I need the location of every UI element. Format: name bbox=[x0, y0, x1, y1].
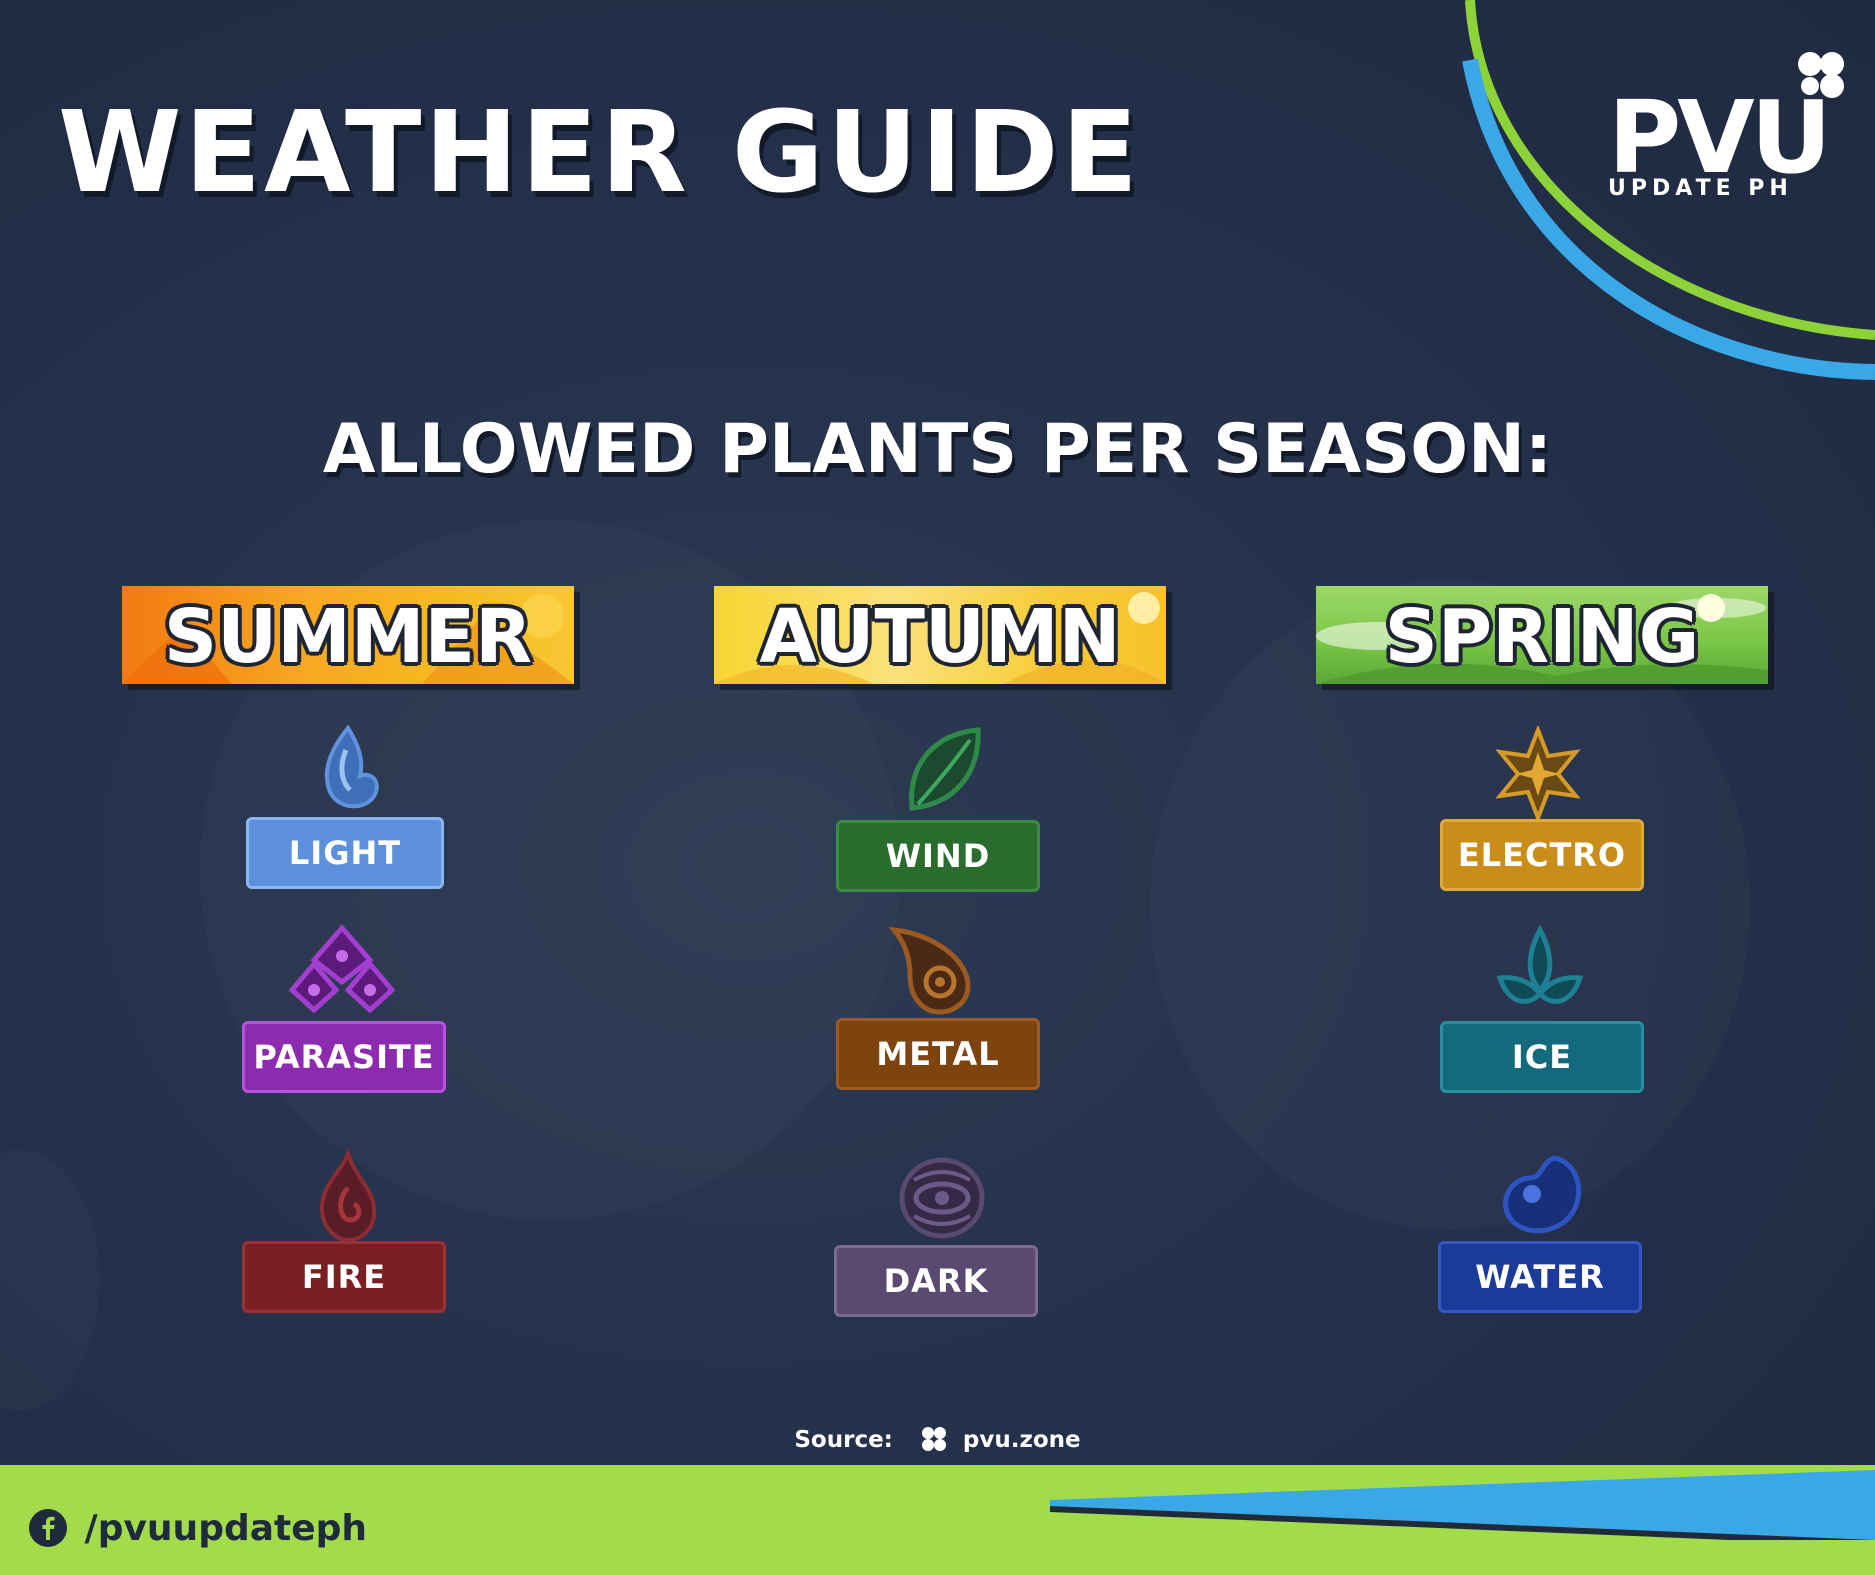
source-credit: Source: pvu.zone bbox=[0, 1424, 1875, 1454]
water-element-icon bbox=[1503, 1155, 1582, 1234]
facebook-icon bbox=[29, 1509, 67, 1547]
page-title: WEATHER GUIDE bbox=[58, 88, 1141, 218]
season-banner-autumn: AUTUMN bbox=[714, 586, 1166, 684]
element-label: FIRE bbox=[301, 1258, 387, 1296]
element-badge-light: LIGHT bbox=[246, 817, 444, 889]
element-badge-fire: FIRE bbox=[242, 1241, 446, 1313]
season-banner-spring: SPRING bbox=[1316, 586, 1768, 684]
footer-accent-stripe bbox=[1050, 1470, 1875, 1540]
electro-element-icon bbox=[1495, 726, 1581, 822]
source-label: Source: bbox=[794, 1427, 893, 1453]
element-label: WIND bbox=[885, 837, 991, 875]
season-banner-summer: SUMMER bbox=[122, 586, 574, 684]
fire-element-icon bbox=[319, 1148, 377, 1243]
element-label: ELECTRO bbox=[1457, 836, 1627, 874]
social-handle-text: /pvuupdateph bbox=[84, 1508, 368, 1549]
wind-element-icon bbox=[909, 727, 981, 811]
element-label: PARASITE bbox=[253, 1038, 435, 1076]
element-badge-dark: DARK bbox=[834, 1245, 1038, 1317]
social-handle: /pvuupdateph bbox=[28, 1508, 367, 1549]
element-label: LIGHT bbox=[288, 834, 402, 872]
parasite-element-icon bbox=[288, 924, 396, 1014]
element-label: ICE bbox=[1511, 1038, 1573, 1076]
weather-guide-graphic: WEATHER GUIDE PVU UPDATE PH ALLOWED PLAN… bbox=[0, 0, 1875, 1575]
metal-element-icon bbox=[888, 926, 971, 1015]
clover-icon bbox=[921, 1427, 946, 1451]
background-shape bbox=[0, 1150, 100, 1410]
brand-logo: PVU UPDATE PH bbox=[1600, 48, 1850, 218]
element-badge-metal: METAL bbox=[836, 1018, 1040, 1090]
ice-element-icon bbox=[1496, 924, 1584, 1004]
element-badge-parasite: PARASITE bbox=[242, 1021, 446, 1093]
element-badge-ice: ICE bbox=[1440, 1021, 1644, 1093]
dark-element-icon bbox=[899, 1157, 985, 1239]
light-element-icon bbox=[324, 724, 379, 809]
section-heading: ALLOWED PLANTS PER SEASON: bbox=[322, 410, 1553, 489]
logo-wordmark: PVU bbox=[1608, 79, 1832, 196]
element-badge-electro: ELECTRO bbox=[1440, 819, 1644, 891]
element-label: WATER bbox=[1475, 1258, 1605, 1296]
logo-subtitle: UPDATE PH bbox=[1608, 176, 1793, 201]
season-label: SPRING bbox=[1384, 594, 1700, 680]
element-badge-wind: WIND bbox=[836, 820, 1040, 892]
element-label: METAL bbox=[876, 1035, 1000, 1073]
element-label: DARK bbox=[883, 1262, 989, 1300]
season-label: SUMMER bbox=[163, 594, 533, 680]
season-label: AUTUMN bbox=[759, 594, 1121, 680]
source-site: pvu.zone bbox=[962, 1427, 1081, 1453]
element-badge-water: WATER bbox=[1438, 1241, 1642, 1313]
